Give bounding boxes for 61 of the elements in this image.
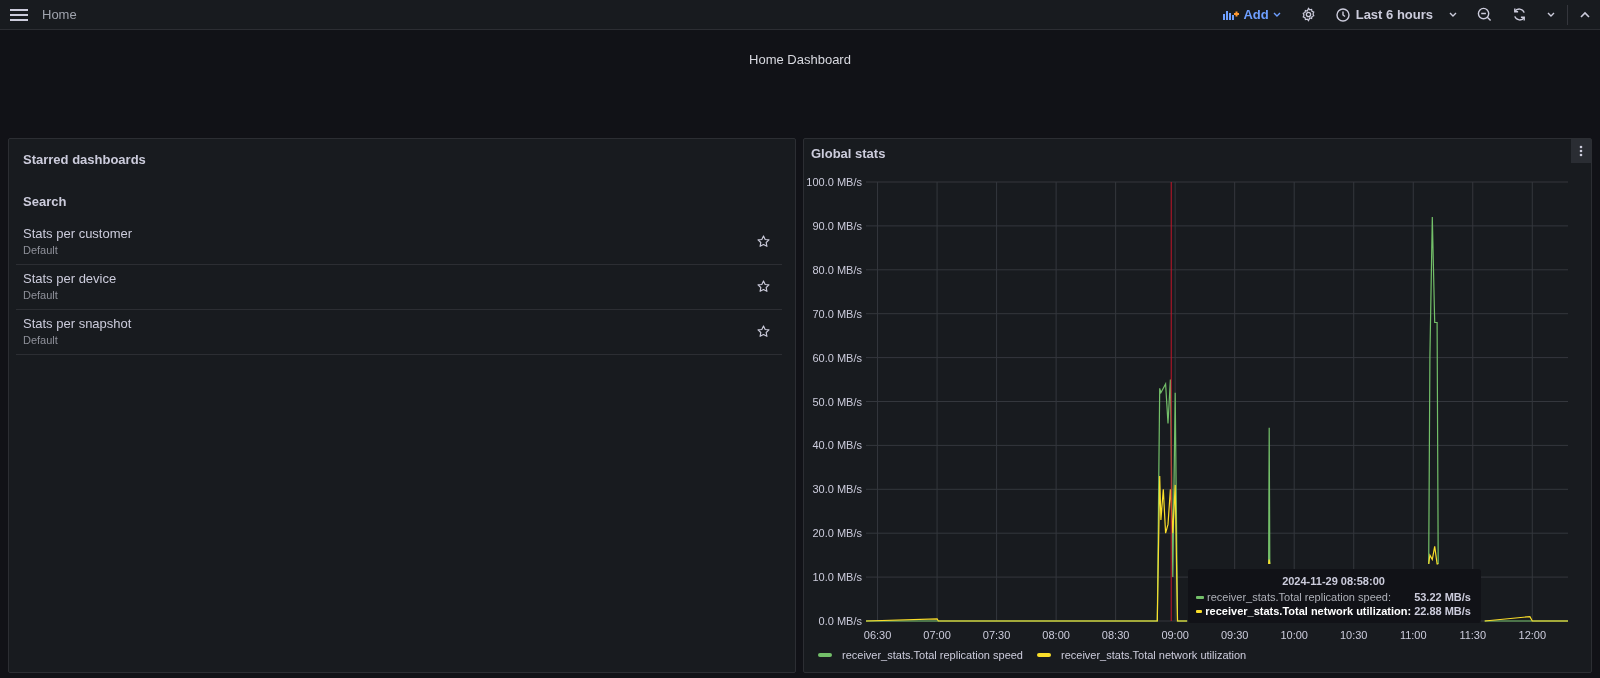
tooltip-time: 2024-11-29 08:58:00 <box>1281 575 1386 587</box>
x-axis-label: 10:00 <box>1280 629 1308 641</box>
x-axis-label: 09:30 <box>1220 629 1249 641</box>
y-axis-label: 0.0 MB/s <box>818 615 862 627</box>
y-axis-label: 80.0 MB/s <box>812 263 862 276</box>
y-axis-label: 70.0 MB/s <box>812 307 862 320</box>
series-name: receiver_stats.Total replication speed: <box>1207 591 1393 603</box>
dashboard-list-item[interactable]: Stats per device Default <box>16 265 782 310</box>
chevron-up-icon[interactable] <box>1580 11 1590 18</box>
dashboard-title: Home Dashboard <box>748 51 852 69</box>
series-value: 22.88 MB/s <box>1414 605 1471 617</box>
section-heading: Search <box>22 193 68 211</box>
legend-item[interactable]: receiver_stats.Total replication speed <box>818 649 1023 661</box>
x-axis-label: 12:00 <box>1518 629 1547 641</box>
caret-icon <box>1272 11 1281 18</box>
y-axis-label: 10.0 MB/s <box>812 571 862 584</box>
y-axis-label: 100.0 MB/s <box>806 176 862 188</box>
y-axis-label: 40.0 MB/s <box>812 439 862 452</box>
settings-icon[interactable] <box>1300 7 1316 22</box>
panel-title: Starred dashboards <box>22 151 147 167</box>
y-axis-label: 60.0 MB/s <box>812 351 862 364</box>
star-icon[interactable] <box>757 279 770 293</box>
y-axis-label: 90.0 MB/s <box>812 219 862 232</box>
panel-menu-button[interactable] <box>1571 139 1591 163</box>
folder-name: Default <box>23 244 59 256</box>
caret-icon <box>1449 11 1457 18</box>
refresh-icon[interactable] <box>1512 7 1527 22</box>
x-axis-label: 10:30 <box>1339 629 1368 641</box>
series-name: receiver_stats.Total network utilization: <box>1205 605 1412 617</box>
x-axis-label: 08:30 <box>1101 629 1130 641</box>
breadcrumb-link[interactable]: Home <box>42 7 77 22</box>
x-axis-label: 07:00 <box>923 629 951 641</box>
y-axis-label: 50.0 MB/s <box>812 395 862 408</box>
caret-icon[interactable] <box>1547 11 1555 18</box>
y-axis-label: 30.0 MB/s <box>812 483 862 496</box>
kebab-icon <box>1579 145 1583 157</box>
clock-icon <box>1335 7 1350 22</box>
star-icon[interactable] <box>757 234 770 248</box>
zoom-out-icon[interactable] <box>1477 7 1492 22</box>
x-axis-label: 07:30 <box>982 629 1011 641</box>
chart-plus-icon <box>1223 9 1240 20</box>
legend-item[interactable]: receiver_stats.Total network utilization <box>1037 649 1247 661</box>
x-axis-label: 06:30 <box>863 629 892 641</box>
add-button[interactable]: Add <box>1223 7 1281 22</box>
folder-name: Default <box>23 334 59 346</box>
time-range-picker[interactable]: Last 6 hours <box>1335 7 1457 22</box>
menu-icon[interactable] <box>10 7 28 22</box>
dashboard-name: Stats per device <box>23 271 117 286</box>
x-axis-label: 09:00 <box>1161 629 1189 641</box>
dashboard-list-item[interactable]: Stats per customer Default <box>16 220 782 265</box>
dashboard-list-item[interactable]: Stats per snapshot Default <box>16 310 782 355</box>
folder-name: Default <box>23 289 59 301</box>
dashboard-name: Stats per snapshot <box>23 316 132 331</box>
x-axis-label: 11:00 <box>1399 629 1427 641</box>
x-axis-label: 11:30 <box>1459 629 1487 641</box>
series-value: 53.22 MB/s <box>1414 591 1471 603</box>
star-icon[interactable] <box>757 324 770 338</box>
x-axis-label: 08:00 <box>1042 629 1070 641</box>
y-axis-label: 20.0 MB/s <box>812 527 862 540</box>
dashboard-name: Stats per customer <box>23 226 133 241</box>
panel-title: Global stats <box>811 145 886 161</box>
